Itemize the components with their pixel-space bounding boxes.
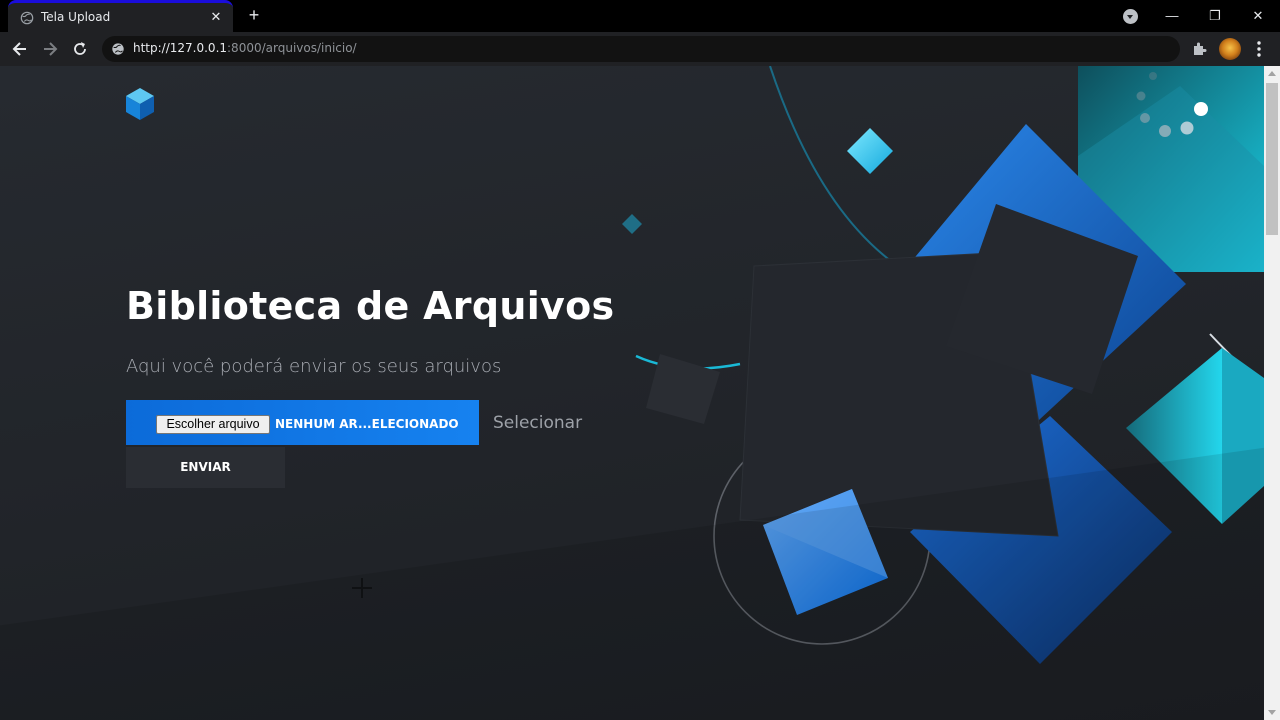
- browser-tab[interactable]: Tela Upload ✕: [8, 0, 233, 32]
- selected-file-name: NENHUM AR...ELECIONADO: [275, 417, 459, 431]
- choose-file-button[interactable]: Escolher arquivo: [156, 415, 270, 434]
- crosshair-cursor-icon: [352, 578, 372, 598]
- url-text: http://127.0.0.1:8000/arquivos/inicio/: [133, 41, 357, 55]
- send-button[interactable]: ENVIAR: [126, 447, 285, 488]
- close-window-button[interactable]: ✕: [1236, 0, 1280, 32]
- url-host: http://127.0.0.1: [133, 41, 228, 55]
- page-scrollbar[interactable]: [1264, 66, 1280, 720]
- kebab-menu-icon[interactable]: [1252, 39, 1266, 59]
- restore-button[interactable]: ❐: [1193, 0, 1237, 32]
- hero-illustration: [622, 66, 1264, 664]
- page-viewport: Biblioteca de Arquivos Aqui você poderá …: [0, 66, 1264, 720]
- reload-icon[interactable]: [70, 39, 90, 59]
- tab-strip: Tela Upload ✕ + — ❐ ✕: [0, 0, 1280, 32]
- back-arrow-icon[interactable]: [10, 39, 30, 59]
- scrollbar-thumb[interactable]: [1266, 83, 1278, 235]
- page-title: Biblioteca de Arquivos: [126, 284, 615, 328]
- minimize-button[interactable]: —: [1150, 0, 1194, 32]
- browser-toolbar: http://127.0.0.1:8000/arquivos/inicio/: [0, 32, 1280, 66]
- extensions-puzzle-icon[interactable]: [1190, 40, 1208, 58]
- profile-avatar[interactable]: [1219, 38, 1241, 60]
- scroll-down-arrow-icon[interactable]: [1268, 710, 1276, 715]
- page-subtitle: Aqui você poderá enviar os seus arquivos: [126, 356, 502, 377]
- new-tab-button[interactable]: +: [244, 5, 264, 25]
- scroll-up-arrow-icon[interactable]: [1268, 71, 1276, 76]
- app-logo-icon: [126, 88, 154, 120]
- file-input[interactable]: Escolher arquivo NENHUM AR...ELECIONADO: [126, 400, 479, 445]
- tab-close-icon[interactable]: ✕: [207, 8, 225, 26]
- forward-arrow-icon[interactable]: [40, 39, 60, 59]
- select-label: Selecionar: [493, 413, 583, 433]
- globe-icon: [20, 11, 34, 25]
- site-info-icon[interactable]: [111, 42, 125, 56]
- tab-title: Tela Upload: [41, 10, 111, 24]
- upload-form: Escolher arquivo NENHUM AR...ELECIONADO …: [126, 400, 596, 446]
- hero-text: Biblioteca de Arquivos Aqui você poderá …: [126, 284, 646, 377]
- url-path: :8000/arquivos/inicio/: [227, 41, 357, 55]
- address-bar[interactable]: http://127.0.0.1:8000/arquivos/inicio/: [102, 36, 1180, 62]
- tab-search-icon[interactable]: [1123, 9, 1138, 24]
